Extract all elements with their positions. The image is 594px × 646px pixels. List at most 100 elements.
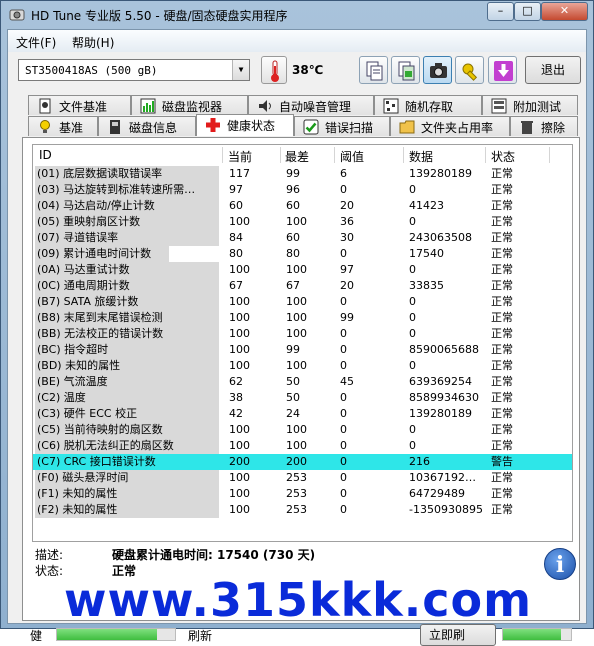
table-row[interactable]: (BE) 气流温度 62 50 45 639369254 正常 — [33, 374, 572, 390]
save-icon — [494, 61, 513, 81]
attribute-name: (C2) 温度 — [35, 390, 219, 406]
table-row[interactable]: (01) 底层数据读取错误率 117 99 6 139280189 正常 — [33, 166, 572, 182]
cell-worst: 50 — [286, 375, 300, 388]
disk-monitor-icon — [140, 98, 156, 114]
table-row[interactable]: (C2) 温度 38 50 0 8589934630 正常 — [33, 390, 572, 406]
cell-status: 正常 — [491, 439, 513, 452]
cell-worst: 100 — [286, 327, 307, 340]
attribute-name: (0C) 通电周期计数 — [35, 278, 219, 294]
table-row[interactable]: (B7) SATA 旅缓计数 100 100 0 0 正常 — [33, 294, 572, 310]
attribute-name: (C7) CRC 接口错误计数 — [35, 454, 219, 470]
table-row[interactable]: (F2) 未知的属性 100 253 0 -1350930895 正常 — [33, 502, 572, 518]
tab-random-access[interactable]: 随机存取 — [374, 95, 482, 115]
tab-aam[interactable]: 自动噪音管理 — [248, 95, 374, 115]
copy-screenshot-button[interactable] — [391, 56, 420, 84]
attribute-name: (C5) 当前待映射的扇区数 — [35, 422, 219, 438]
tab-disk-monitor[interactable]: 磁盘监视器 — [131, 95, 248, 115]
cell-cur: 80 — [229, 247, 243, 260]
attribute-name: (B7) SATA 旅缓计数 — [35, 294, 219, 310]
cell-data: 8590065688 — [409, 343, 479, 356]
attribute-name: (03) 马达旋转到标准转速所需… — [35, 182, 219, 198]
tab-file-benchmark[interactable]: 文件基准 — [28, 95, 131, 115]
cell-status: 警告 — [491, 455, 513, 468]
cell-status: 正常 — [491, 295, 513, 308]
screenshot-button[interactable] — [423, 56, 452, 84]
table-row[interactable]: (09) 累计通电时间计数 80 80 0 17540 正常 — [33, 246, 572, 262]
cell-status: 正常 — [491, 263, 513, 276]
cell-cur: 100 — [229, 439, 250, 452]
copy-text-button[interactable] — [359, 56, 388, 84]
cell-cur: 42 — [229, 407, 243, 420]
cell-worst: 253 — [286, 503, 307, 516]
table-row[interactable]: (C3) 硬件 ECC 校正 42 24 0 139280189 正常 — [33, 406, 572, 422]
col-current[interactable]: 当前 — [228, 148, 252, 165]
table-row[interactable]: (F0) 磁头悬浮时间 100 253 0 10367192… 正常 — [33, 470, 572, 486]
cell-status: 正常 — [491, 183, 513, 196]
cell-worst: 253 — [286, 471, 307, 484]
lightbulb-icon — [40, 120, 50, 133]
cell-worst: 100 — [286, 359, 307, 372]
exit-button[interactable]: 退出 — [525, 56, 581, 84]
attribute-name: (BB) 无法校正的错误计数 — [35, 326, 219, 342]
table-row[interactable]: (0C) 通电周期计数 67 67 20 33835 正常 — [33, 278, 572, 294]
tab-error-scan[interactable]: 错误扫描 — [294, 116, 390, 136]
cell-thr: 99 — [340, 311, 354, 324]
table-row[interactable]: (04) 马达启动/停止计数 60 60 20 41423 正常 — [33, 198, 572, 214]
close-button[interactable]: ✕ — [541, 2, 588, 21]
table-row[interactable]: (BC) 指令超时 100 99 0 8590065688 正常 — [33, 342, 572, 358]
col-threshold[interactable]: 阈值 — [340, 148, 364, 165]
menu-help[interactable]: 帮助(H) — [72, 34, 114, 51]
tab-extra-tests[interactable]: 附加测试 — [482, 95, 578, 115]
cell-worst: 100 — [286, 439, 307, 452]
tab-label: 文件夹占用率 — [421, 121, 494, 135]
maximize-button[interactable]: □ — [514, 2, 541, 21]
table-row[interactable]: (0A) 马达重试计数 100 100 97 0 正常 — [33, 262, 572, 278]
cell-data: 0 — [409, 311, 416, 324]
file-benchmark-icon — [39, 98, 51, 114]
cell-status: 正常 — [491, 423, 513, 436]
options-button[interactable] — [455, 56, 484, 84]
table-row[interactable]: (07) 寻道错误率 84 60 30 243063508 正常 — [33, 230, 572, 246]
menu-file[interactable]: 文件(F) — [16, 34, 56, 51]
chevron-down-icon[interactable]: ▼ — [232, 60, 249, 80]
cell-worst: 100 — [286, 423, 307, 436]
attribute-name: (BE) 气流温度 — [35, 374, 219, 390]
save-button[interactable] — [488, 56, 517, 84]
tab-disk-info[interactable]: 磁盘信息 — [98, 116, 196, 136]
tab-health[interactable]: 健康状态 — [196, 114, 294, 136]
attribute-name: (01) 底层数据读取错误率 — [35, 166, 219, 182]
cell-cur: 38 — [229, 391, 243, 404]
table-row[interactable]: (F1) 未知的属性 100 253 0 64729489 正常 — [33, 486, 572, 502]
cell-status: 正常 — [491, 407, 513, 420]
minimize-button[interactable]: – — [487, 2, 514, 21]
tab-label: 错误扫描 — [325, 121, 374, 135]
cell-thr: 0 — [340, 295, 347, 308]
table-row[interactable]: (B8) 末尾到末尾错误检测 100 100 99 0 正常 — [33, 310, 572, 326]
title-bar[interactable]: HD Tune 专业版 5.50 - 硬盘/固态硬盘实用程序 – □ ✕ — [1, 1, 593, 29]
tab-folder-usage[interactable]: 文件夹占用率 — [390, 116, 510, 136]
options-icon — [462, 63, 478, 81]
table-row[interactable]: (C7) CRC 接口错误计数 200 200 0 216 警告 — [33, 454, 572, 470]
green-check-icon — [303, 119, 319, 135]
tab-benchmark[interactable]: 基准 — [28, 116, 98, 136]
cell-status: 正常 — [491, 487, 513, 500]
col-worst[interactable]: 最差 — [285, 148, 309, 165]
attribute-name: (F1) 未知的属性 — [35, 486, 219, 502]
cell-worst: 200 — [286, 455, 307, 468]
cell-cur: 100 — [229, 263, 250, 276]
cell-cur: 100 — [229, 359, 250, 372]
cell-thr: 0 — [340, 487, 347, 500]
col-status[interactable]: 状态 — [491, 148, 515, 165]
drive-dropdown[interactable]: ST3500418AS (500 gB) ▼ — [18, 59, 250, 81]
cell-thr: 0 — [340, 471, 347, 484]
table-row[interactable]: (BD) 未知的属性 100 100 0 0 正常 — [33, 358, 572, 374]
col-id[interactable]: ID — [39, 148, 52, 162]
table-row[interactable]: (BB) 无法校正的错误计数 100 100 0 0 正常 — [33, 326, 572, 342]
table-row[interactable]: (05) 重映射扇区计数 100 100 36 0 正常 — [33, 214, 572, 230]
table-row[interactable]: (C6) 脱机无法纠正的扇区数 100 100 0 0 正常 — [33, 438, 572, 454]
smart-table[interactable]: ID 当前 最差 阈值 数据 状态 (01) 底层数据读取错误率 117 99 6 13… — [32, 144, 573, 542]
tab-erase[interactable]: 擦除 — [510, 116, 578, 136]
table-row[interactable]: (03) 马达旋转到标准转速所需… 97 96 0 0 正常 — [33, 182, 572, 198]
table-row[interactable]: (C5) 当前待映射的扇区数 100 100 0 0 正常 — [33, 422, 572, 438]
col-data[interactable]: 数据 — [409, 148, 433, 165]
